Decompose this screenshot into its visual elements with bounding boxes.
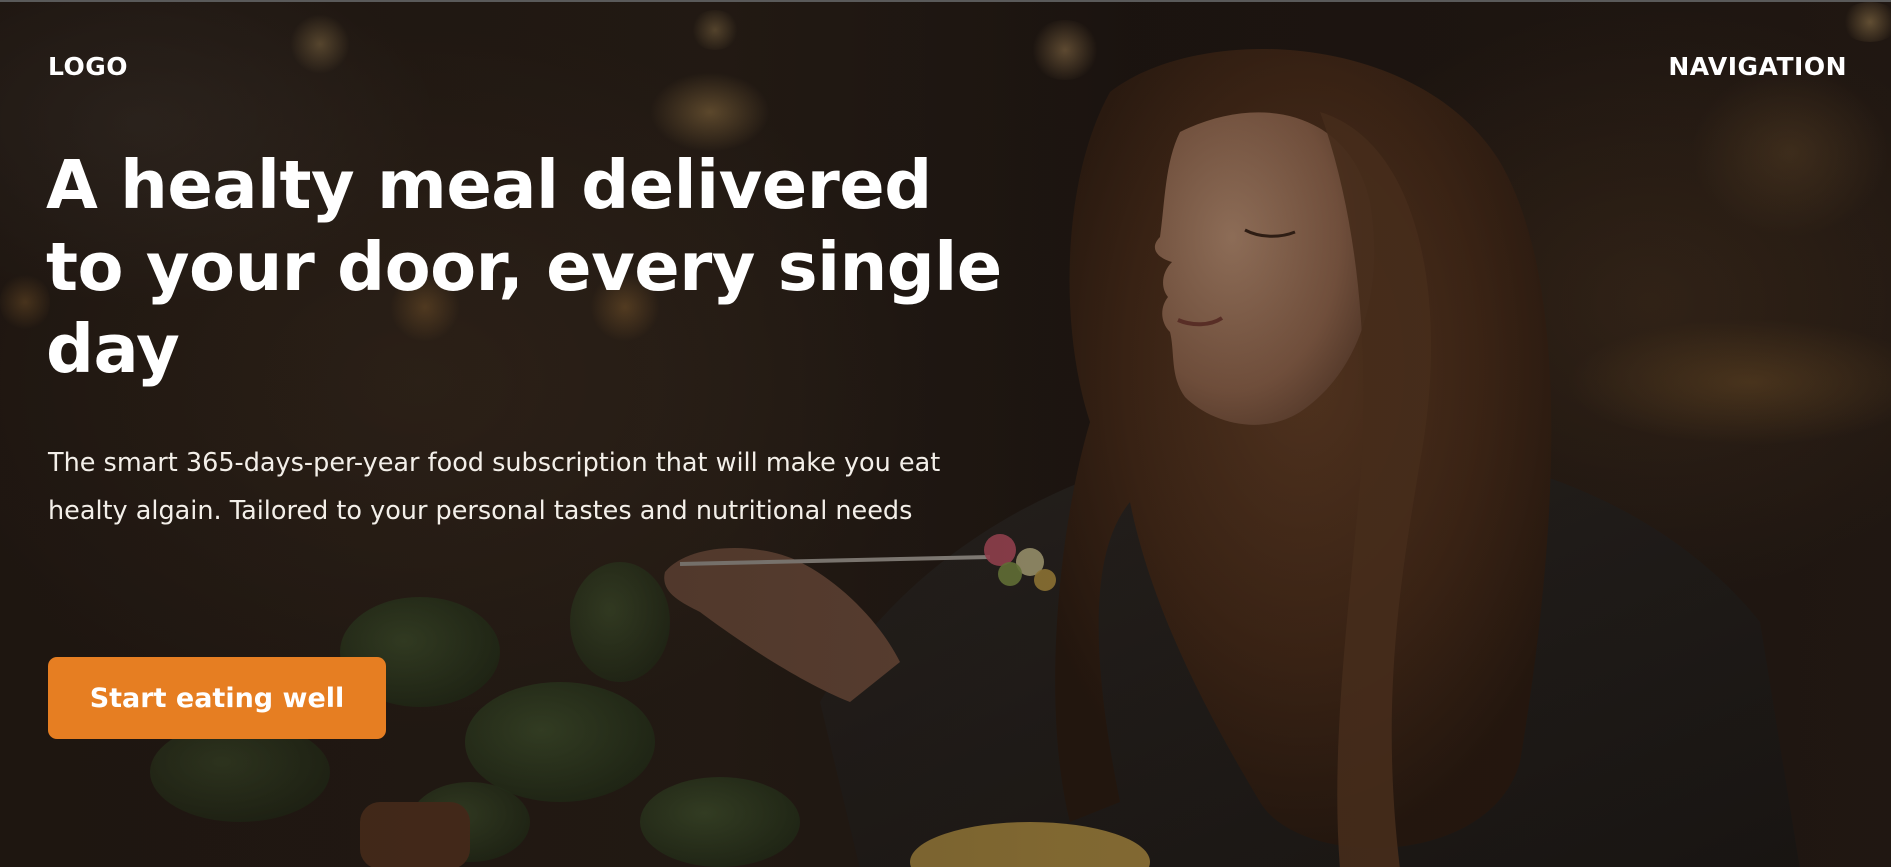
hero-section: LOGO NAVIGATION A healty meal delivered … [0,0,1891,867]
hero-description: The smart 365-days-per-year food subscri… [48,448,941,526]
logo[interactable]: LOGO [48,52,128,81]
hero-headline: A healty meal delivered to your door, ev… [46,146,1002,388]
start-eating-well-button[interactable]: Start eating well [48,657,386,739]
navigation-menu[interactable]: NAVIGATION [1668,52,1847,81]
